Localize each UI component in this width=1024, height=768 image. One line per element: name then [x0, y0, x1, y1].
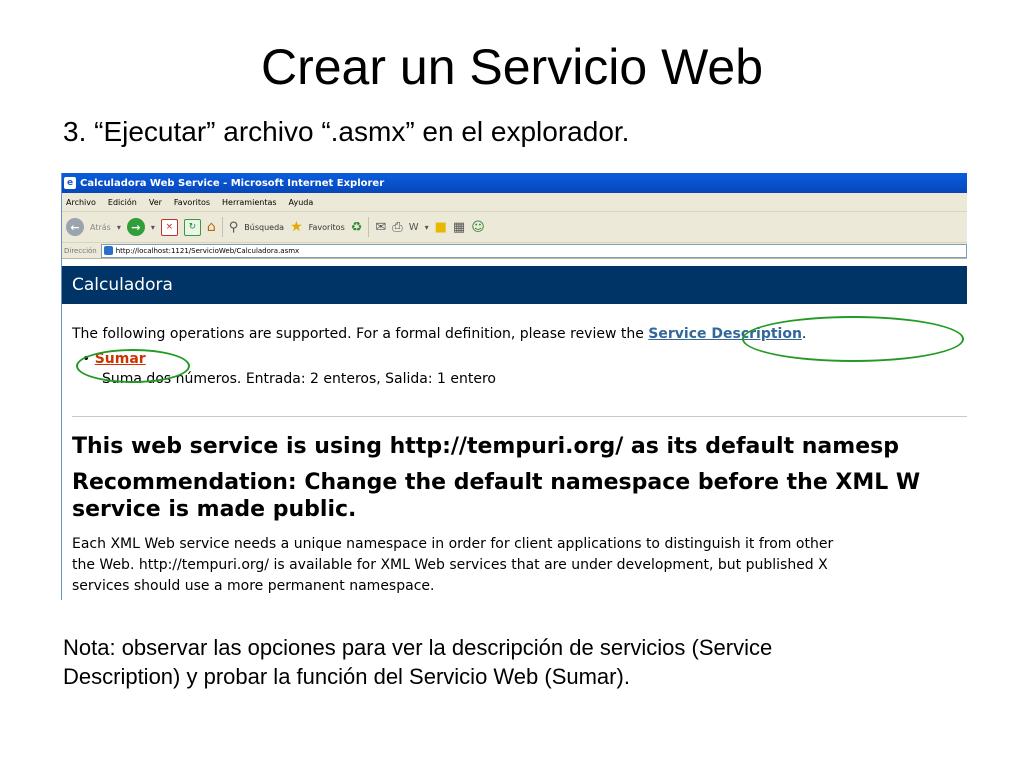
explanation-line-3: services should use a more permanent nam…	[72, 578, 435, 594]
chevron-down-icon[interactable]: ▾	[117, 223, 121, 232]
ie-window-screenshot: e Calculadora Web Service - Microsoft In…	[61, 173, 967, 600]
menu-favoritos[interactable]: Favoritos	[174, 198, 210, 207]
toolbar: ← Atrás ▾ → ▾ × ↻ ⌂ ⚲ Búsqueda ★ Favorit…	[62, 212, 967, 243]
operations-intro-text: The following operations are supported. …	[72, 326, 649, 342]
page-icon	[103, 246, 113, 255]
search-button-label[interactable]: Búsqueda	[244, 223, 284, 232]
favorites-button-label[interactable]: Favoritos	[309, 223, 345, 232]
page-heading: Calculadora	[72, 275, 173, 295]
explanation-line-2: the Web. http://tempuri.org/ is availabl…	[72, 557, 828, 573]
page-content: Calculadora The following operations are…	[62, 266, 967, 600]
stop-icon[interactable]: ×	[160, 218, 178, 236]
back-arrow-icon[interactable]: ←	[66, 218, 84, 236]
window-titlebar: e Calculadora Web Service - Microsoft In…	[62, 173, 967, 193]
menu-archivo[interactable]: Archivo	[66, 198, 96, 207]
forward-arrow-icon[interactable]: →	[126, 218, 145, 236]
recommendation-heading-line-1: Recommendation: Change the default names…	[72, 470, 921, 495]
back-button-label[interactable]: Atrás	[90, 223, 111, 232]
namespace-explanation: Each XML Web service needs a unique name…	[72, 534, 833, 597]
step-instruction: 3. “Ejecutar” archivo “.asmx” en el expl…	[63, 116, 630, 147]
chevron-down-icon[interactable]: ▾	[425, 223, 429, 232]
address-input[interactable]: http://localhost:1121/ServicioWeb/Calcul…	[100, 243, 967, 258]
menu-bar: Archivo Edición Ver Favoritos Herramient…	[62, 193, 967, 212]
search-icon[interactable]: ⚲	[229, 220, 239, 235]
recommendation-heading: Recommendation: Change the default names…	[72, 469, 920, 523]
folder-icon[interactable]: ■	[435, 220, 447, 235]
refresh-icon[interactable]: ↻	[183, 218, 201, 236]
mail-icon[interactable]: ✉	[375, 220, 386, 235]
word-edit-icon[interactable]: W	[409, 222, 419, 233]
note-line-1: Nota: observar las opciones para ver la …	[63, 635, 773, 660]
operations-intro-end: .	[801, 326, 807, 342]
research-icon[interactable]: ▦	[453, 220, 465, 235]
menu-edicion[interactable]: Edición	[108, 198, 137, 207]
service-description-link[interactable]: Service Description	[648, 326, 802, 342]
address-url[interactable]: http://localhost:1121/ServicioWeb/Calcul…	[116, 247, 299, 255]
history-icon[interactable]: ♻	[351, 220, 363, 235]
namespace-warning-heading: This web service is using http://tempuri…	[72, 434, 899, 459]
address-label: Dirección	[64, 246, 97, 255]
messenger-icon[interactable]: ☺	[471, 220, 485, 235]
home-icon[interactable]: ⌂	[207, 219, 216, 235]
favorites-star-icon[interactable]: ★	[290, 219, 303, 235]
bullet: •	[82, 351, 91, 367]
slide-title: Crear un Servicio Web	[260, 39, 764, 95]
note-line-2: Description) y probar la función del Ser…	[63, 664, 630, 689]
chevron-down-icon[interactable]: ▾	[151, 223, 155, 232]
toolbar-separator	[221, 217, 223, 237]
sumar-link[interactable]: Sumar	[95, 351, 146, 367]
divider	[72, 416, 967, 417]
menu-herramientas[interactable]: Herramientas	[222, 198, 277, 207]
operation-description: Suma dos números. Entrada: 2 enteros, Sa…	[102, 371, 496, 387]
toolbar-separator	[368, 217, 370, 237]
operations-intro: The following operations are supported. …	[72, 326, 806, 342]
operation-list-item: • Sumar	[82, 351, 146, 367]
note-text: Nota: observar las opciones para ver la …	[63, 633, 963, 691]
page-heading-bar: Calculadora	[62, 266, 967, 304]
ie-page-icon: e	[64, 177, 76, 189]
window-title: Calculadora Web Service - Microsoft Inte…	[80, 177, 385, 189]
explanation-line-1: Each XML Web service needs a unique name…	[72, 536, 834, 552]
address-bar: Dirección http://localhost:1121/Servicio…	[62, 243, 967, 259]
menu-ver[interactable]: Ver	[149, 198, 162, 207]
recommendation-heading-line-2: service is made public.	[72, 497, 357, 522]
menu-ayuda[interactable]: Ayuda	[289, 198, 314, 207]
print-icon[interactable]: ⎙	[392, 220, 402, 235]
